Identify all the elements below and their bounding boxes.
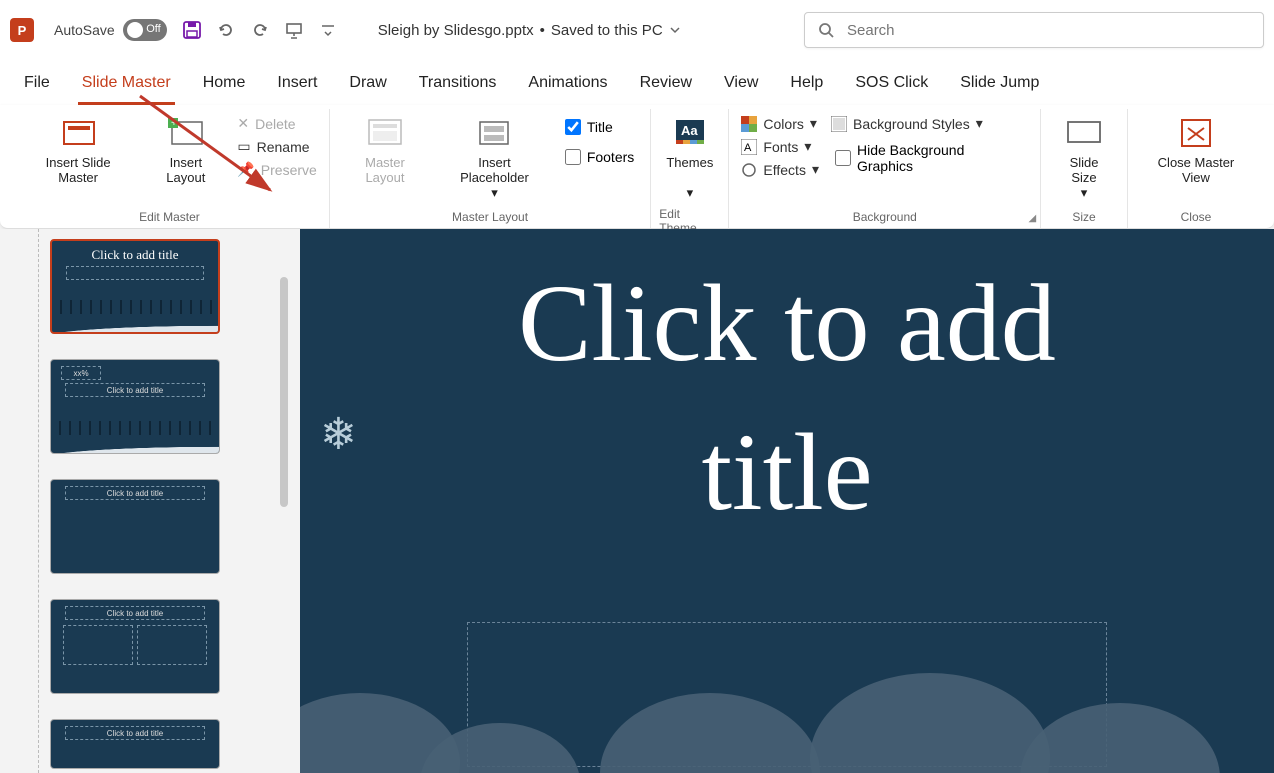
workspace: Click to add title xx% Click to add titl… [0,229,1274,773]
group-background: Colors ▾ AFonts ▾ Effects ▾ Background S… [729,109,1041,228]
svg-text:Aa: Aa [681,123,698,138]
snowflake-icon: ❄ [320,409,357,460]
group-label: Background [853,208,917,228]
colors-icon [741,116,757,132]
placeholder-icon [474,113,514,153]
title-checkbox[interactable]: Title [561,115,638,139]
colors-button[interactable]: Colors ▾ [741,115,819,132]
tab-file[interactable]: File [20,68,54,105]
delete-button: ✕Delete [237,115,316,132]
hide-bg-checkbox[interactable]: Hide Background Graphics [831,138,1028,178]
layout-thumb-1[interactable]: Click to add title [50,239,220,334]
footers-checkbox[interactable]: Footers [561,145,638,169]
insert-slide-master-button[interactable]: Insert Slide Master [18,109,138,189]
delete-icon: ✕ [237,115,249,132]
rename-button[interactable]: ▭Rename [237,138,316,155]
preserve-button: 📌Preserve [237,161,316,178]
background-styles-button[interactable]: Background Styles ▾ [831,115,1028,132]
group-label: Edit Master [139,208,200,228]
svg-text:A: A [744,142,752,154]
fonts-icon: A [741,139,757,155]
present-icon[interactable] [284,20,304,40]
tab-view[interactable]: View [720,68,762,105]
layout-thumb-4[interactable]: Click to add title [50,599,220,694]
effects-button[interactable]: Effects ▾ [741,161,819,178]
qat-more-icon[interactable] [318,20,338,40]
undo-icon[interactable] [216,20,236,40]
redo-icon[interactable] [250,20,270,40]
group-edit-theme: Aa Themes▾ Edit Theme [651,109,729,228]
slide-size-icon [1064,113,1104,153]
preserve-icon: 📌 [237,161,254,178]
slide-master-icon [58,113,98,153]
group-close: Close Master View Close [1128,109,1264,228]
tab-draw[interactable]: Draw [345,68,390,105]
tab-insert[interactable]: Insert [273,68,321,105]
search-input[interactable] [847,22,1251,39]
thumbnail-panel[interactable]: Click to add title xx% Click to add titl… [0,229,300,773]
themes-button[interactable]: Aa Themes▾ [660,109,720,205]
tab-slide-master[interactable]: Slide Master [78,68,175,105]
document-title: Sleigh by Slidesgo.pptx • Saved to this … [378,22,681,39]
group-label: Size [1072,208,1095,228]
autosave-toggle[interactable]: AutoSave Off [54,19,167,41]
dialog-launcher-icon[interactable]: ◢ [1028,213,1036,224]
title-placeholder-text: Click to add title [300,229,1274,546]
fonts-button[interactable]: AFonts ▾ [741,138,819,155]
close-icon [1176,113,1216,153]
layout-thumb-2[interactable]: xx% Click to add title [50,359,220,454]
tab-slide-jump[interactable]: Slide Jump [956,68,1043,105]
search-box[interactable] [804,12,1264,48]
tab-help[interactable]: Help [786,68,827,105]
app-icon: P [10,18,34,42]
tab-transitions[interactable]: Transitions [415,68,501,105]
tree-line [38,229,39,773]
scrollbar[interactable] [280,277,288,507]
effects-icon [741,162,757,178]
save-icon[interactable] [182,20,202,40]
slide-canvas[interactable]: Click to add title Click to add subtitle… [300,229,1274,773]
tab-home[interactable]: Home [199,68,250,105]
layout-thumb-3[interactable]: Click to add title [50,479,220,574]
layout-icon: + [166,113,206,153]
slide[interactable]: Click to add title Click to add subtitle… [300,229,1274,773]
group-master-layout: Master Layout Insert Placeholder ▾ Title… [330,109,651,228]
group-edit-master: Insert Slide Master + Insert Layout ✕Del… [10,109,330,228]
cloud-decoration [300,653,1274,773]
bg-styles-icon [831,116,847,132]
title-bar: P AutoSave Off Sleigh by Slidesgo.pptx •… [0,0,1274,60]
quick-access-toolbar [182,20,338,40]
slide-size-button[interactable]: Slide Size ▾ [1049,109,1119,205]
autosave-label: AutoSave [54,22,115,38]
ribbon-tabs: File Slide Master Home Insert Draw Trans… [0,60,1274,105]
chevron-down-icon[interactable] [669,24,681,36]
insert-layout-button[interactable]: + Insert Layout [142,109,229,189]
svg-text:+: + [171,118,177,129]
group-size: Slide Size ▾ Size [1041,109,1128,228]
themes-icon: Aa [670,113,710,153]
rename-icon: ▭ [237,138,250,155]
search-icon [817,21,835,39]
group-label: Master Layout [452,208,528,228]
master-layout-button: Master Layout [338,109,432,189]
close-master-view-button[interactable]: Close Master View [1136,109,1256,189]
toggle-switch[interactable]: Off [123,19,167,41]
group-label: Close [1181,208,1212,228]
tab-sos-click[interactable]: SOS Click [851,68,932,105]
insert-placeholder-button[interactable]: Insert Placeholder ▾ [436,109,553,205]
master-layout-icon [365,113,405,153]
ribbon: Insert Slide Master + Insert Layout ✕Del… [0,105,1274,229]
tab-review[interactable]: Review [636,68,696,105]
tab-animations[interactable]: Animations [524,68,611,105]
layout-thumb-5[interactable]: Click to add title [50,719,220,769]
